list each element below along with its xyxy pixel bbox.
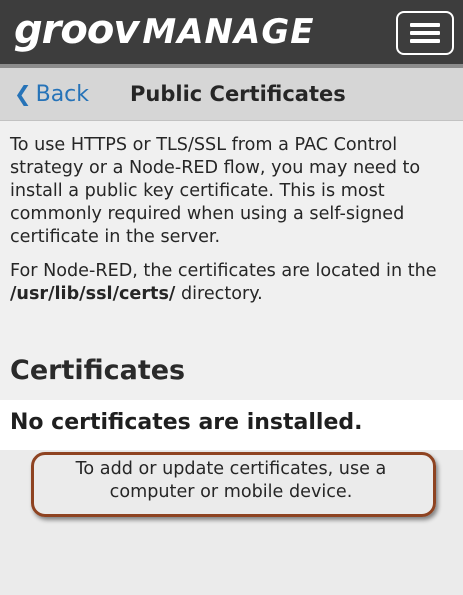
intro-text: To use HTTPS or TLS/SSL from a PAC Contr… [10,134,460,317]
no-certificates-message: No certificates are installed. [10,410,363,435]
back-label: Back [35,82,90,107]
intro-paragraph-2: For Node-RED, the certificates are locat… [10,260,460,306]
page-title: Public Certificates [130,82,346,106]
intro-paragraph-1: To use HTTPS or TLS/SSL from a PAC Contr… [10,135,421,247]
back-button[interactable]: ❮ Back [14,78,89,110]
page-nav-bar: ❮ Back Public Certificates [0,64,463,121]
device-notice-text: To add or update certificates, use a com… [75,459,387,502]
chevron-left-icon: ❮ [14,82,32,106]
device-notice-area: To add or update certificates, use a com… [0,450,463,595]
app-header: groov MANAGE [0,0,463,74]
intro-paragraph-2-suffix: directory. [175,284,263,304]
logo-groov-text: groov [14,7,139,53]
certificates-list: No certificates are installed. [0,400,463,450]
logo-manage-text: MANAGE [142,12,315,52]
certs-directory-path: /usr/lib/ssl/certs/ [10,284,176,304]
intro-paragraph-2-prefix: For Node-RED, the certificates are locat… [10,261,437,281]
hamburger-menu-icon[interactable] [396,11,454,55]
groov-manage-logo: groov MANAGE [14,10,314,50]
certificates-heading: Certificates [10,355,186,386]
